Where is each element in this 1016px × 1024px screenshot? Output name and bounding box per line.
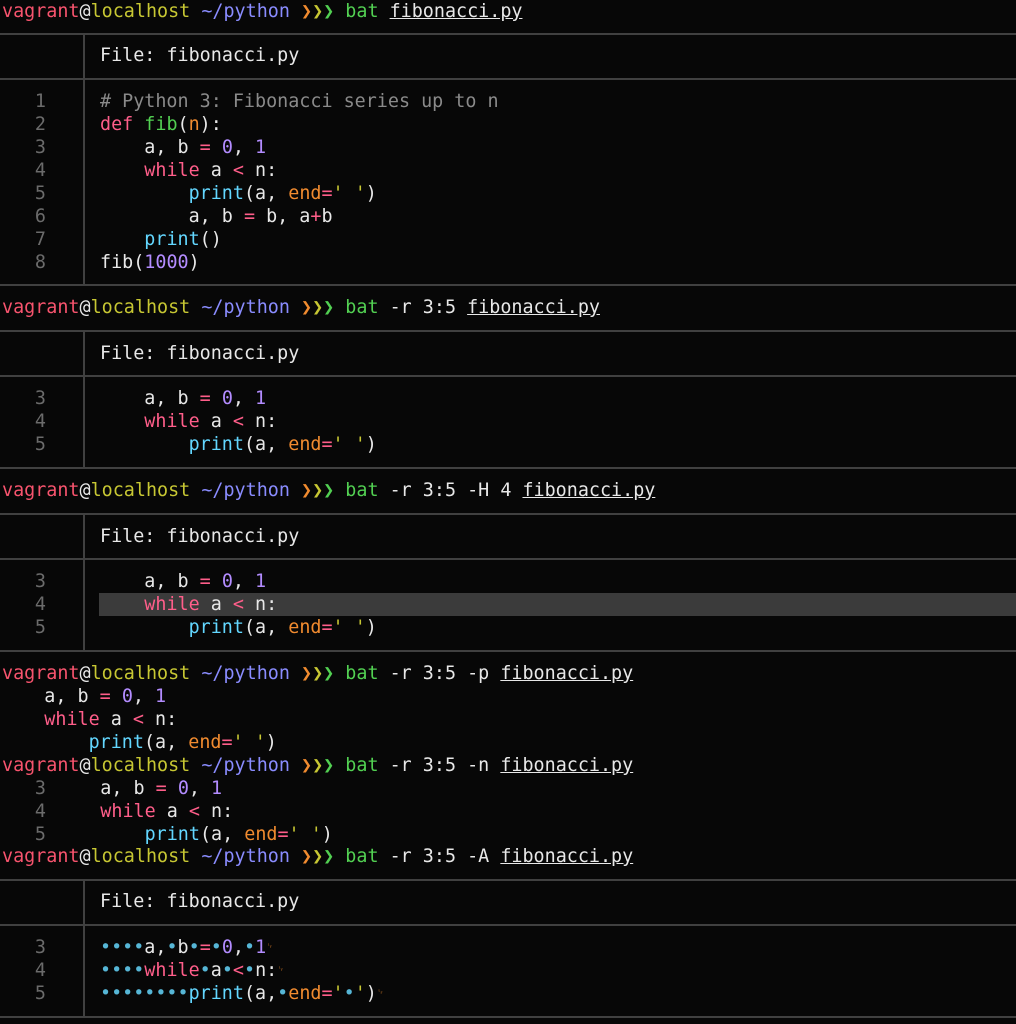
line-number: 6 bbox=[34, 206, 46, 227]
command-file-arg[interactable]: fibonacci.py bbox=[500, 755, 633, 776]
line-number: 4 bbox=[34, 411, 46, 432]
header-grid-line bbox=[83, 881, 85, 925]
prompt-at: @ bbox=[79, 1, 91, 22]
prompt-line-5: vagrant@localhost ~/python ❯❯❯ bat -r 3:… bbox=[2, 755, 634, 776]
header-bottom-rule bbox=[0, 558, 1016, 560]
code-line: ••••while•a•<•n:␊ bbox=[100, 960, 285, 981]
code-line: fib(1000) bbox=[100, 252, 200, 273]
line-number: 2 bbox=[34, 114, 46, 135]
header-bottom-rule bbox=[0, 375, 1016, 377]
code-line: a, b = 0, 1 bbox=[100, 388, 267, 409]
code-line: print(a, end=' ') bbox=[188, 183, 377, 204]
command-file-arg[interactable]: fibonacci.py bbox=[500, 663, 633, 684]
prompt-host: localhost bbox=[90, 1, 191, 22]
line-number: 3 bbox=[34, 571, 46, 592]
numbered-line: print(a, end=' ') bbox=[144, 824, 333, 845]
command-file-arg[interactable]: fibonacci.py bbox=[500, 846, 633, 867]
code-line: ••••••••print(a,•end='•')␊ bbox=[100, 983, 385, 1004]
line-number: 4 bbox=[34, 160, 46, 181]
header-grid-line bbox=[83, 515, 85, 559]
line-number: 8 bbox=[34, 252, 46, 273]
line-number: 5 bbox=[34, 434, 46, 455]
prompt-arrows: ❯❯❯ bbox=[300, 846, 335, 867]
gutter-grid-line bbox=[83, 377, 85, 467]
header-bottom-rule bbox=[0, 924, 1016, 926]
line-number-highlighted: 4 bbox=[34, 594, 46, 615]
plain-line: print(a, end=' ') bbox=[88, 732, 277, 753]
line-number: 7 bbox=[34, 229, 46, 250]
prompt-arrows: ❯❯❯ bbox=[300, 663, 335, 684]
plain-line: while a < n: bbox=[44, 709, 178, 730]
line-number: 5 bbox=[34, 824, 46, 845]
code-line: print(a, end=' ') bbox=[188, 434, 377, 455]
numbered-line: a, b = 0, 1 bbox=[56, 778, 223, 799]
line-number: 3 bbox=[34, 937, 46, 958]
code-line: # Python 3: Fibonacci series up to n bbox=[100, 91, 499, 112]
code-line: while a < n: bbox=[144, 160, 278, 181]
prompt-path: ~/python bbox=[201, 1, 290, 22]
file-header: File: fibonacci.py bbox=[100, 891, 300, 912]
prompt-line-3: vagrant@localhost ~/python ❯❯❯ bat -r 3:… bbox=[2, 480, 656, 501]
line-number: 3 bbox=[34, 388, 46, 409]
command-file-arg[interactable]: fibonacci.py bbox=[390, 1, 523, 22]
prompt-arrows: ❯❯❯ bbox=[300, 755, 335, 776]
line-number: 3 bbox=[34, 778, 46, 799]
plain-line: a, b = 0, 1 bbox=[0, 686, 167, 707]
numbered-line: while a < n: bbox=[100, 801, 234, 822]
footer-rule bbox=[0, 284, 1016, 286]
header-bottom-rule bbox=[0, 78, 1016, 80]
header-grid-line bbox=[83, 35, 85, 79]
footer-rule bbox=[0, 650, 1016, 652]
prompt-arrows: ❯❯❯ bbox=[300, 480, 335, 501]
terminal-window[interactable]: vagrant@localhost ~/python ❯❯❯ bat fibon… bbox=[0, 0, 1016, 1024]
command-name: bat bbox=[345, 1, 379, 22]
file-header: File: fibonacci.py bbox=[100, 45, 300, 66]
line-number: 1 bbox=[34, 91, 46, 112]
prompt-line-6: vagrant@localhost ~/python ❯❯❯ bat -r 3:… bbox=[2, 846, 634, 867]
command-file-arg[interactable]: fibonacci.py bbox=[467, 297, 600, 318]
code-line-highlighted: while a < n: bbox=[144, 594, 278, 615]
line-number: 5 bbox=[34, 617, 46, 638]
line-number: 5 bbox=[34, 983, 46, 1004]
footer-rule bbox=[0, 1016, 1016, 1018]
command-file-arg[interactable]: fibonacci.py bbox=[522, 480, 655, 501]
header-grid-line bbox=[83, 332, 85, 376]
header-top-rule bbox=[0, 33, 1016, 35]
line-number: 5 bbox=[34, 183, 46, 204]
code-line: print(a, end=' ') bbox=[188, 617, 377, 638]
prompt-line-2: vagrant@localhost ~/python ❯❯❯ bat -r 3:… bbox=[2, 297, 600, 318]
code-line: while a < n: bbox=[144, 411, 278, 432]
code-line: a, b = b, a+b bbox=[100, 206, 333, 227]
code-line: def fib(n): bbox=[100, 114, 222, 135]
header-top-rule bbox=[0, 513, 1016, 515]
gutter-grid-line bbox=[83, 80, 85, 284]
gutter-grid-line bbox=[83, 560, 85, 650]
prompt-arrows: ❯❯❯ bbox=[300, 297, 335, 318]
prompt-user: vagrant bbox=[2, 1, 80, 22]
code-line: a, b = 0, 1 bbox=[100, 137, 267, 158]
header-top-rule bbox=[0, 879, 1016, 881]
line-number: 4 bbox=[34, 801, 46, 822]
code-line: print() bbox=[144, 229, 222, 250]
file-header: File: fibonacci.py bbox=[100, 526, 300, 547]
footer-rule bbox=[0, 467, 1016, 469]
code-line: a, b = 0, 1 bbox=[100, 571, 267, 592]
line-number: 3 bbox=[34, 137, 46, 158]
prompt-line-4: vagrant@localhost ~/python ❯❯❯ bat -r 3:… bbox=[2, 663, 634, 684]
line-number: 4 bbox=[34, 960, 46, 981]
gutter-grid-line bbox=[83, 926, 85, 1016]
prompt-line-1: vagrant@localhost ~/python ❯❯❯ bat fibon… bbox=[2, 0, 522, 23]
code-line: ••••a,•b•=•0,•1␊ bbox=[100, 937, 274, 958]
file-header: File: fibonacci.py bbox=[100, 343, 300, 364]
prompt-arrows: ❯❯❯ bbox=[300, 1, 335, 22]
header-top-rule bbox=[0, 330, 1016, 332]
